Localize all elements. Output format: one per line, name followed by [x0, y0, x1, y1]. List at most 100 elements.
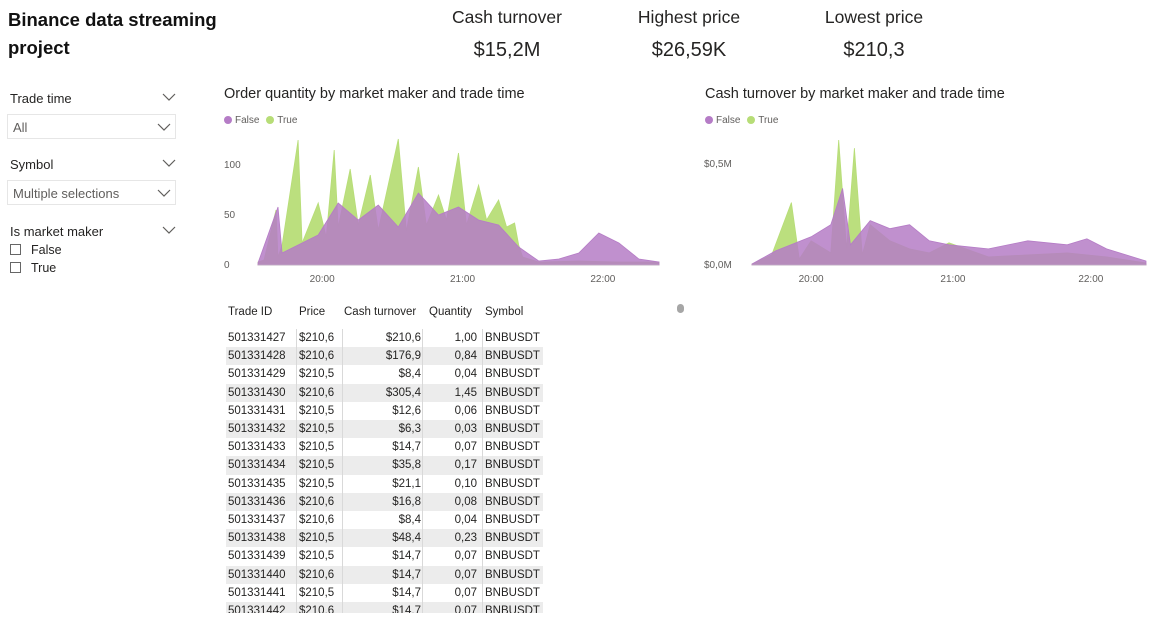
legend-item-true[interactable]: True	[747, 115, 778, 126]
table-cell: 501331432	[228, 423, 286, 435]
table-row[interactable]: 501331438 $210,5 $48,4 0,23 BNBUSDT	[226, 529, 543, 548]
scroll-handle[interactable]	[677, 304, 684, 313]
order-quantity-chart[interactable]: 0 50 100 20:00 21:00 22:00	[218, 134, 663, 289]
column-divider	[482, 565, 483, 584]
trade-time-dropdown[interactable]: All	[7, 114, 176, 139]
column-divider	[482, 492, 483, 511]
table-cell: BNBUSDT	[485, 532, 540, 545]
checkbox-icon[interactable]	[10, 262, 21, 273]
table-cell: $210,6	[299, 350, 335, 363]
legend-label: True	[277, 115, 298, 126]
table-cell: BNBUSDT	[485, 568, 540, 581]
table-cell: 501331433	[228, 441, 286, 454]
column-divider	[296, 347, 297, 366]
table-cell: 501331437	[228, 514, 286, 526]
symbol-dropdown[interactable]: Multiple selections	[7, 180, 176, 205]
column-divider	[342, 383, 343, 402]
table-row[interactable]: 501331433 $210,5 $14,7 0,07 BNBUSDT	[226, 438, 543, 457]
table-cell: BNBUSDT	[485, 350, 540, 363]
table-cell: $176,9	[385, 350, 421, 363]
column-divider	[296, 583, 297, 602]
column-header[interactable]: Quantity	[429, 306, 472, 318]
kpi-label: Cash turnover	[452, 7, 562, 27]
kpi-value: $26,59K	[651, 39, 727, 61]
table-row[interactable]: 501331435 $210,5 $21,1 0,10 BNBUSDT	[226, 474, 543, 493]
column-divider	[296, 456, 297, 475]
table-cell: 0,04	[454, 514, 477, 526]
slicer-header-market-maker[interactable]: Is market maker	[10, 222, 176, 240]
table-row[interactable]: 501331431 $210,5 $12,6 0,06 BNBUSDT	[226, 401, 543, 420]
checkbox-icon[interactable]	[10, 244, 21, 255]
chevron-down-icon[interactable]	[162, 91, 176, 103]
legend-item-true[interactable]: True	[266, 115, 297, 126]
table-cell: 501331436	[228, 495, 286, 508]
table-cell: $48,4	[392, 532, 421, 545]
chevron-down-icon	[157, 123, 171, 131]
column-divider	[296, 474, 297, 493]
chart-title-cash-turnover: Cash turnover by market maker and trade …	[705, 86, 1005, 102]
legend-label: False	[235, 115, 260, 126]
table-cell: 1,45	[454, 386, 477, 399]
table-cell: BNBUSDT	[485, 605, 540, 613]
kpi-card-highest-price: Highest price $26,59K	[609, 6, 769, 63]
table-row[interactable]: 501331441 $210,5 $14,7 0,07 BNBUSDT	[226, 583, 543, 602]
table-cell: $210,6	[299, 568, 335, 581]
chevron-down-icon[interactable]	[162, 157, 176, 169]
slicer-label: Symbol	[10, 157, 54, 172]
column-divider	[296, 329, 297, 348]
column-divider	[342, 529, 343, 548]
table-body[interactable]: 501331427 $210,6 $210,6 1,00 BNBUSDT 50133142…	[226, 329, 544, 613]
column-divider	[296, 438, 297, 457]
kpi-card-cash-turnover: Cash turnover $15,2M	[427, 6, 587, 63]
legend-item-false[interactable]: False	[705, 115, 740, 126]
table-cell: 0,84	[454, 350, 477, 363]
chevron-up-icon[interactable]	[162, 224, 176, 236]
table-cell: $210,5	[299, 368, 335, 381]
column-divider	[482, 383, 483, 402]
table-cell: BNBUSDT	[485, 550, 540, 563]
legend-item-false[interactable]: False	[224, 115, 259, 126]
column-divider	[296, 420, 297, 439]
legend-label: False	[716, 115, 741, 126]
table-cell: 501331434	[228, 459, 286, 472]
column-divider	[296, 565, 297, 584]
table-row[interactable]: 501331427 $210,6 $210,6 1,00 BNBUSDT	[226, 329, 543, 348]
table-cell: $14,7	[392, 605, 421, 613]
table-cell: $16,8	[392, 495, 421, 508]
dropdown-value: Multiple selections	[13, 186, 120, 201]
table-row[interactable]: 501331437 $210,6 $8,4 0,04 BNBUSDT	[226, 511, 543, 530]
table-row[interactable]: 501331428 $210,6 $176,9 0,84 BNBUSDT	[226, 347, 543, 366]
table-cell: 501331442	[228, 605, 286, 613]
table-row[interactable]: 501331434 $210,5 $35,8 0,17 BNBUSDT	[226, 456, 543, 475]
column-divider	[342, 565, 343, 584]
column-header[interactable]: Symbol	[485, 306, 523, 318]
table-cell: $210,6	[299, 605, 335, 613]
cash-turnover-chart[interactable]: $0,0M $0,5M 20:00 21:00 22:00	[700, 134, 1150, 289]
slicer-header-symbol[interactable]: Symbol	[10, 155, 176, 173]
table-cell: 0,08	[454, 495, 477, 508]
y-tick-label: 50	[224, 210, 236, 221]
table-row[interactable]: 501331430 $210,6 $305,4 1,45 BNBUSDT	[226, 383, 543, 402]
table-row[interactable]: 501331436 $210,6 $16,8 0,08 BNBUSDT	[226, 492, 543, 511]
table-cell: 501331427	[228, 332, 286, 344]
table-cell: 0,07	[454, 586, 477, 599]
column-divider	[482, 547, 483, 566]
table-row[interactable]: 501331429 $210,5 $8,4 0,04 BNBUSDT	[226, 365, 543, 384]
chart-title-order-quantity: Order quantity by market maker and trade…	[224, 86, 525, 102]
table-cell: $210,6	[299, 386, 335, 399]
legend-dot-icon	[224, 116, 232, 124]
column-header[interactable]: Price	[299, 306, 325, 318]
table-cell: $210,5	[299, 586, 335, 599]
legend-dot-icon	[266, 116, 275, 124]
column-header[interactable]: Cash turnover	[344, 306, 416, 318]
table-row[interactable]: 501331440 $210,6 $14,7 0,07 BNBUSDT	[226, 565, 543, 584]
table-row[interactable]: 501331432 $210,5 $6,3 0,03 BNBUSDT	[226, 420, 543, 439]
column-divider	[342, 492, 343, 511]
column-divider	[342, 420, 343, 439]
column-divider	[482, 365, 483, 384]
slicer-header-trade-time[interactable]: Trade time	[10, 89, 176, 107]
y-tick-label: 100	[224, 160, 241, 171]
column-header[interactable]: Trade ID	[228, 306, 272, 318]
table-row[interactable]: 501331439 $210,5 $14,7 0,07 BNBUSDT	[226, 547, 543, 566]
table-row[interactable]: 501331442 $210,6 $14,7 0,07 BNBUSDT	[226, 602, 543, 613]
